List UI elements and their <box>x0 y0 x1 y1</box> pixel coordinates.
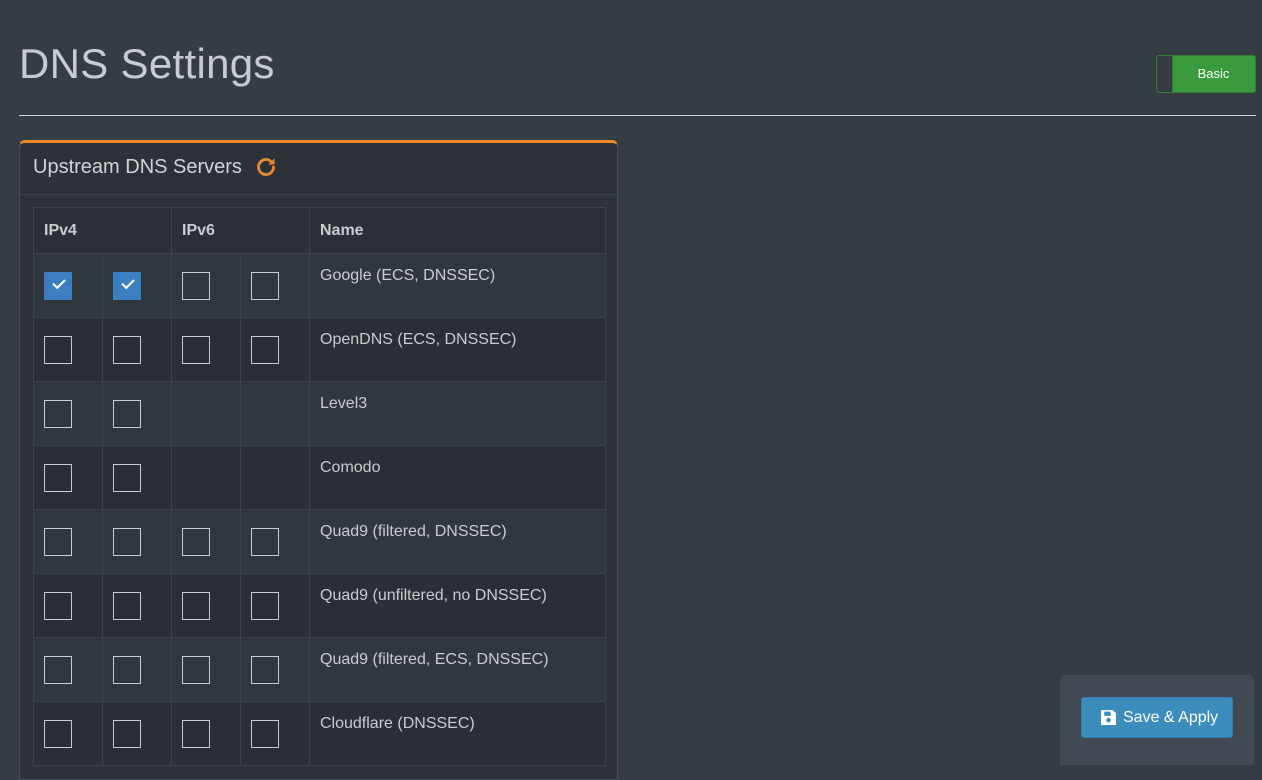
ipv6-checkbox-2[interactable] <box>251 656 279 684</box>
ipv4-cell <box>33 445 103 510</box>
page-title: DNS Settings <box>19 40 275 87</box>
column-header-name: Name <box>309 207 606 254</box>
ipv4-checkbox-2[interactable] <box>113 592 141 620</box>
ipv6-cell <box>240 381 310 446</box>
toggle-label: Basic <box>1197 66 1230 81</box>
ipv4-cell <box>102 253 172 318</box>
table-row: Google (ECS, DNSSEC) <box>33 253 606 318</box>
ipv4-cell <box>102 381 172 446</box>
ipv6-checkbox-2[interactable] <box>251 720 279 748</box>
table-row: Comodo <box>33 445 606 510</box>
ipv6-checkbox-2[interactable] <box>251 336 279 364</box>
server-name: Quad9 (filtered, ECS, DNSSEC) <box>309 637 606 702</box>
floppy-disk-icon <box>1101 710 1116 725</box>
column-header-ipv4: IPv4 <box>33 207 172 254</box>
ipv4-cell <box>33 381 103 446</box>
server-name: Level3 <box>309 381 606 446</box>
page-header: DNS Settings Basic <box>19 0 1256 116</box>
ipv6-checkbox-1[interactable] <box>182 528 210 556</box>
ipv4-checkbox-1[interactable] <box>44 400 72 428</box>
ipv4-checkbox-1[interactable] <box>44 592 72 620</box>
ipv6-cell <box>171 573 241 638</box>
ipv4-checkbox-1[interactable] <box>44 528 72 556</box>
ipv4-cell <box>33 701 103 766</box>
table-row: Quad9 (filtered, DNSSEC) <box>33 509 606 574</box>
footer-bar: Save & Apply <box>1060 675 1254 765</box>
upstream-dns-box: Upstream DNS Servers IPv4 IPv6 Name Goog… <box>19 140 618 780</box>
table-row: Level3 <box>33 381 606 446</box>
ipv4-cell <box>102 445 172 510</box>
ipv6-checkbox-1[interactable] <box>182 336 210 364</box>
basic-advanced-toggle[interactable]: Basic <box>1156 55 1256 93</box>
ipv6-checkbox-1[interactable] <box>182 720 210 748</box>
ipv4-cell <box>33 317 103 382</box>
server-name: Comodo <box>309 445 606 510</box>
server-name: Google (ECS, DNSSEC) <box>309 253 606 318</box>
ipv4-checkbox-1[interactable] <box>44 656 72 684</box>
ipv4-cell <box>102 317 172 382</box>
refresh-icon[interactable] <box>254 155 278 179</box>
ipv4-cell <box>102 637 172 702</box>
ipv4-checkbox-2[interactable] <box>113 400 141 428</box>
box-title: Upstream DNS Servers <box>33 156 242 178</box>
box-header: Upstream DNS Servers <box>20 143 617 195</box>
ipv4-checkbox-2[interactable] <box>113 528 141 556</box>
table-body: Google (ECS, DNSSEC) OpenDNS (ECS, DNSSEC… <box>33 253 606 766</box>
ipv4-cell <box>33 253 103 318</box>
table-row: Quad9 (unfiltered, no DNSSEC) <box>33 573 606 638</box>
ipv4-checkbox-2[interactable] <box>113 464 141 492</box>
table-row: Cloudflare (DNSSEC) <box>33 701 606 766</box>
toggle-handle[interactable] <box>1157 56 1173 92</box>
ipv6-cell <box>240 317 310 382</box>
ipv6-cell <box>240 637 310 702</box>
ipv4-cell <box>102 701 172 766</box>
ipv6-checkbox-1[interactable] <box>182 592 210 620</box>
ipv4-cell <box>33 509 103 574</box>
ipv6-cell <box>171 701 241 766</box>
server-name: OpenDNS (ECS, DNSSEC) <box>309 317 606 382</box>
ipv4-cell <box>33 573 103 638</box>
table-header-row: IPv4 IPv6 Name <box>33 207 606 254</box>
table-row: Quad9 (filtered, ECS, DNSSEC) <box>33 637 606 702</box>
ipv4-checkbox-2[interactable] <box>113 656 141 684</box>
save-apply-label: Save & Apply <box>1123 709 1219 726</box>
ipv6-cell <box>171 637 241 702</box>
ipv4-checkbox-2[interactable] <box>113 272 141 300</box>
table-row: OpenDNS (ECS, DNSSEC) <box>33 317 606 382</box>
ipv6-cell <box>171 509 241 574</box>
ipv4-cell <box>102 509 172 574</box>
ipv6-cell <box>240 701 310 766</box>
ipv4-checkbox-2[interactable] <box>113 720 141 748</box>
upstream-dns-table: IPv4 IPv6 Name Google (ECS, DNSSEC) OpenD… <box>33 207 606 766</box>
ipv4-checkbox-2[interactable] <box>113 336 141 364</box>
ipv4-checkbox-1[interactable] <box>44 272 72 300</box>
ipv6-cell <box>171 445 241 510</box>
ipv6-cell <box>240 573 310 638</box>
ipv6-checkbox-2[interactable] <box>251 592 279 620</box>
server-name: Quad9 (unfiltered, no DNSSEC) <box>309 573 606 638</box>
ipv4-checkbox-1[interactable] <box>44 464 72 492</box>
ipv4-checkbox-1[interactable] <box>44 720 72 748</box>
ipv4-cell <box>102 573 172 638</box>
ipv6-cell <box>171 253 241 318</box>
ipv6-checkbox-1[interactable] <box>182 272 210 300</box>
ipv6-checkbox-2[interactable] <box>251 528 279 556</box>
ipv4-cell <box>33 637 103 702</box>
ipv6-cell <box>171 381 241 446</box>
ipv6-cell <box>240 509 310 574</box>
ipv6-cell <box>171 317 241 382</box>
ipv6-cell <box>240 253 310 318</box>
server-name: Cloudflare (DNSSEC) <box>309 701 606 766</box>
column-header-ipv6: IPv6 <box>171 207 310 254</box>
server-name: Quad9 (filtered, DNSSEC) <box>309 509 606 574</box>
ipv6-checkbox-2[interactable] <box>251 272 279 300</box>
ipv6-cell <box>240 445 310 510</box>
ipv6-checkbox-1[interactable] <box>182 656 210 684</box>
ipv4-checkbox-1[interactable] <box>44 336 72 364</box>
save-apply-button[interactable]: Save & Apply <box>1081 697 1233 738</box>
